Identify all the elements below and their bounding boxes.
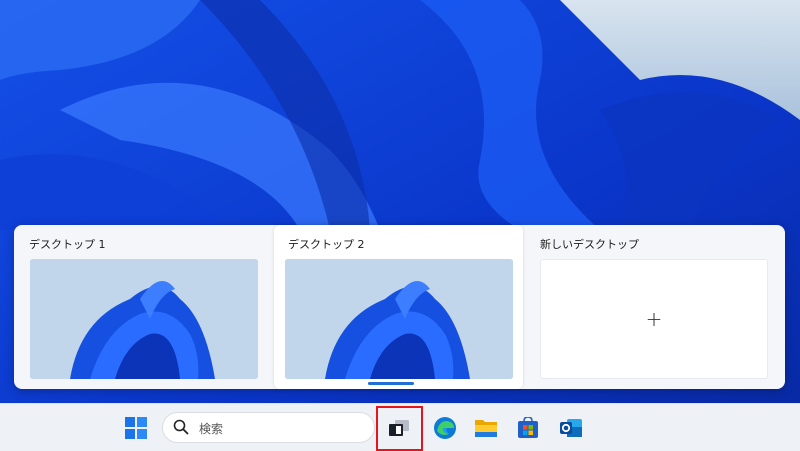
desktop-1-thumbnail[interactable] [30,259,258,379]
store-icon [518,417,538,438]
desktop-2-title: デスクトップ 2 [288,238,365,251]
file-explorer-button[interactable] [472,414,500,442]
search-placeholder: 検索 [199,422,224,436]
desktop-1-title: デスクトップ 1 [29,238,106,251]
search-box[interactable]: 検索 [162,412,375,443]
file-explorer-icon [475,420,497,437]
active-desktop-indicator [368,382,414,385]
search-icon [173,419,189,435]
desktop-2-thumbnail[interactable] [285,259,513,379]
bloom-thumbnail-image [285,259,513,379]
new-desktop-title: 新しいデスクトップ [540,238,639,251]
bloom-thumbnail-image [30,259,258,379]
outlook-icon [560,419,582,437]
task-view-panel: デスクトップ 1 デスクトップ 2 新しいデスクトップ + [14,225,785,389]
outlook-button[interactable] [557,414,585,442]
new-desktop[interactable]: 新しいデスクトップ + [526,225,775,389]
highlight-box [376,406,423,451]
windows-start-icon [125,417,147,439]
taskbar: 検索 [0,403,800,451]
desktop-1[interactable]: デスクトップ 1 [15,225,264,389]
desktop-2[interactable]: デスクトップ 2 [274,225,523,389]
edge-icon [434,417,456,439]
store-button[interactable] [514,414,542,442]
start-button[interactable] [122,414,150,442]
plus-icon: + [645,307,663,331]
edge-button[interactable] [431,414,459,442]
new-desktop-button[interactable]: + [540,259,768,379]
